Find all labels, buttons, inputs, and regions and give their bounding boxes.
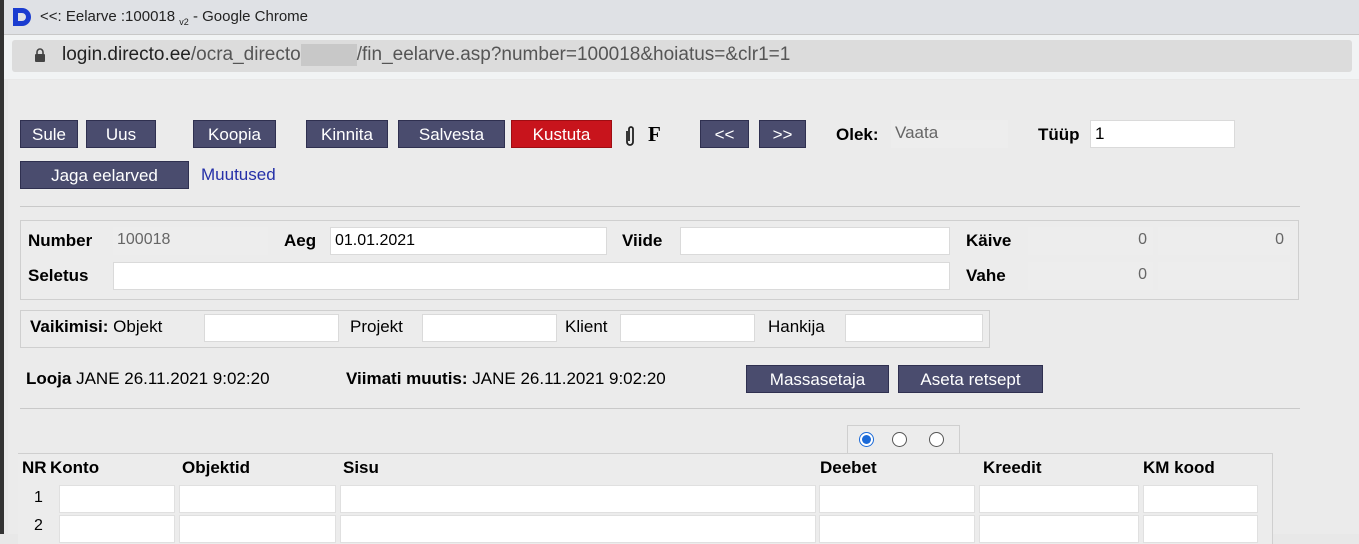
viimati-info: Viimati muutis: JANE 26.11.2021 9:02:20	[346, 369, 666, 389]
previous-button[interactable]: <<	[700, 120, 749, 148]
looja-label: Looja	[26, 369, 72, 388]
deebet-cell[interactable]	[819, 515, 975, 543]
kaive-field-1: 0	[1028, 227, 1153, 255]
number-label: Number	[28, 231, 93, 250]
window-titlebar: <<: Eelarve :100018 v2 - Google Chrome	[0, 0, 1359, 35]
hankija-field[interactable]	[845, 314, 983, 342]
col-objektid: Objektid	[182, 458, 251, 477]
sule-button[interactable]: Sule	[20, 120, 78, 148]
row-number: 2	[34, 517, 43, 534]
vaikimisi-label: Vaikimisi:	[30, 317, 109, 336]
kustuta-button[interactable]: Kustuta	[511, 120, 612, 148]
vahe-field-2	[1158, 262, 1290, 290]
seletus-field[interactable]	[113, 262, 950, 290]
tyyp-label: Tüüp	[1038, 125, 1080, 144]
window-title: <<: Eelarve :100018 v2 - Google Chrome	[40, 8, 309, 27]
klient-field[interactable]	[620, 314, 755, 342]
massasetaja-button[interactable]: Massasetaja	[746, 365, 889, 393]
lock-icon	[35, 48, 45, 62]
view-radio-2[interactable]	[892, 432, 907, 447]
hankija-label: Hankija	[768, 317, 825, 336]
kreedit-cell[interactable]	[979, 515, 1139, 543]
sisu-cell[interactable]	[340, 515, 816, 543]
objekt-field[interactable]	[204, 314, 339, 342]
divider	[20, 408, 1300, 409]
vahe-field-1: 0	[1028, 262, 1153, 290]
tyyp-field[interactable]: 1	[1090, 120, 1235, 148]
kaive-label: Käive	[966, 231, 1012, 250]
kinnita-button[interactable]: Kinnita	[306, 120, 388, 148]
looja-value: JANE 26.11.2021 9:02:20	[76, 369, 270, 388]
klient-label: Klient	[565, 317, 608, 336]
aseta-retsept-button[interactable]: Aseta retsept	[898, 365, 1043, 393]
viimati-label: Viimati muutis:	[346, 369, 468, 388]
row-number: 1	[34, 489, 43, 506]
page-content: Sule Uus Koopia Kinnita Salvesta Kustuta…	[8, 80, 1359, 544]
col-kreedit: Kreedit	[983, 458, 1042, 477]
km-kood-cell[interactable]	[1143, 515, 1258, 543]
attachment-icon[interactable]	[623, 125, 637, 147]
col-deebet: Deebet	[820, 458, 877, 477]
objektid-cell[interactable]	[179, 485, 336, 513]
defaults-row: Vaikimisi: Objekt	[30, 317, 162, 337]
divider	[20, 206, 1300, 207]
salvesta-button[interactable]: Salvesta	[398, 120, 505, 148]
col-km-kood: KM kood	[1143, 458, 1215, 477]
kreedit-cell[interactable]	[979, 485, 1139, 513]
km-kood-cell[interactable]	[1143, 485, 1258, 513]
deebet-cell[interactable]	[819, 485, 975, 513]
jaga-eelarved-button[interactable]: Jaga eelarved	[20, 161, 189, 189]
olek-label: Olek:	[836, 125, 879, 144]
konto-cell[interactable]	[59, 515, 175, 543]
next-button[interactable]: >>	[759, 120, 806, 148]
f-button[interactable]: F	[648, 122, 661, 147]
col-konto: Konto	[50, 458, 100, 477]
viide-field[interactable]	[680, 227, 950, 255]
sisu-cell[interactable]	[340, 485, 816, 513]
window-edge	[0, 0, 4, 534]
col-sisu: Sisu	[343, 458, 379, 477]
aeg-field[interactable]: 01.01.2021	[330, 227, 607, 255]
viimati-value: JANE 26.11.2021 9:02:20	[472, 369, 666, 388]
address-bar: login.directo.ee/ocra_directo/fin_eelarv…	[0, 35, 1359, 79]
directo-logo-icon	[13, 8, 31, 26]
kaive-field-2: 0	[1158, 227, 1290, 255]
url-text[interactable]: login.directo.ee/ocra_directo/fin_eelarv…	[62, 44, 790, 66]
muutused-link[interactable]: Muutused	[201, 165, 276, 185]
koopia-button[interactable]: Koopia	[193, 120, 276, 148]
seletus-label: Seletus	[28, 266, 89, 285]
looja-info: Looja JANE 26.11.2021 9:02:20	[26, 369, 270, 389]
col-nr: NR	[22, 458, 47, 477]
uus-button[interactable]: Uus	[86, 120, 156, 148]
vahe-label: Vahe	[966, 266, 1006, 285]
viide-label: Viide	[622, 231, 663, 250]
redacted-segment	[300, 44, 357, 66]
objektid-cell[interactable]	[179, 515, 336, 543]
view-radio-3[interactable]	[929, 432, 944, 447]
view-radio-1[interactable]	[859, 432, 874, 447]
olek-field: Vaata	[891, 120, 1008, 148]
projekt-field[interactable]	[422, 314, 557, 342]
aeg-label: Aeg	[284, 231, 317, 250]
objekt-label: Objekt	[113, 317, 163, 336]
projekt-label: Projekt	[350, 317, 403, 336]
number-field: 100018	[113, 227, 268, 255]
konto-cell[interactable]	[59, 485, 175, 513]
